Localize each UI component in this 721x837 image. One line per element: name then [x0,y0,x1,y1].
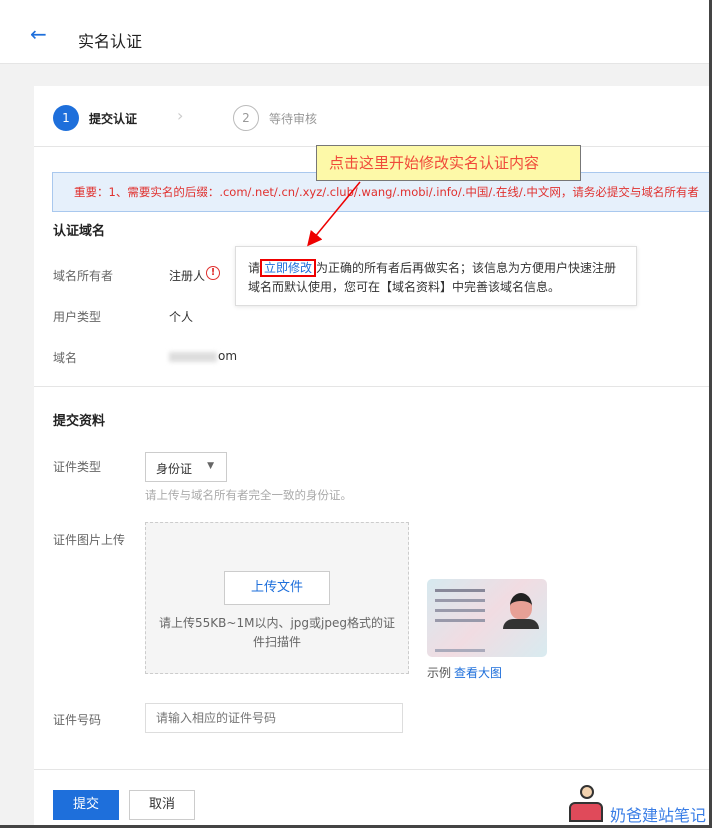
blurred-domain [169,352,217,362]
view-large-link[interactable]: 查看大图 [454,664,502,681]
divider [34,386,709,387]
cert-type-value: 身份证 [156,462,193,476]
mascot-logo-icon [567,785,605,825]
watermark-text: 奶爸建站笔记 [610,806,707,825]
domain-label: 域名 [53,351,78,365]
submit-section-title: 提交资料 [53,414,106,429]
cert-no-label: 证件号码 [53,713,102,727]
user-type-value: 个人 [169,310,194,324]
id-card-photo [510,593,532,619]
mascot-head [580,785,594,799]
cancel-button[interactable]: 取消 [129,790,195,820]
cert-no-input[interactable] [145,703,403,733]
id-card-shoulders [503,619,539,629]
submit-button[interactable]: 提交 [53,790,119,820]
user-type-label: 用户类型 [53,310,102,324]
cert-type-select[interactable]: 身份证 ▼ [145,452,227,482]
id-card-text-lines [435,589,485,592]
annotation-arrow-icon [307,181,361,247]
upload-hint: 请上传55KB~1M以内、jpg或jpeg格式的证件扫描件 [159,616,395,649]
caret-down-icon: ▼ [207,461,214,471]
divider [34,769,709,770]
page: ← 实名认证 1 提交认证 › 2 等待审核 重要：1、需要实名的后缀：.com… [0,0,712,828]
cert-hint: 请上传与域名所有者完全一致的身份证。 [145,488,352,502]
example-label: 示例 [427,666,452,680]
mascot-body [569,802,603,822]
cert-type-label: 证件类型 [53,460,102,474]
upload-file-button[interactable]: 上传文件 [224,571,330,605]
id-card-example-image[interactable] [427,579,547,657]
domain-value: om [218,349,238,363]
upload-label: 证件图片上传 [53,533,126,547]
upload-area[interactable]: 上传文件 请上传55KB~1M以内、jpg或jpeg格式的证件扫描件 [145,522,409,674]
